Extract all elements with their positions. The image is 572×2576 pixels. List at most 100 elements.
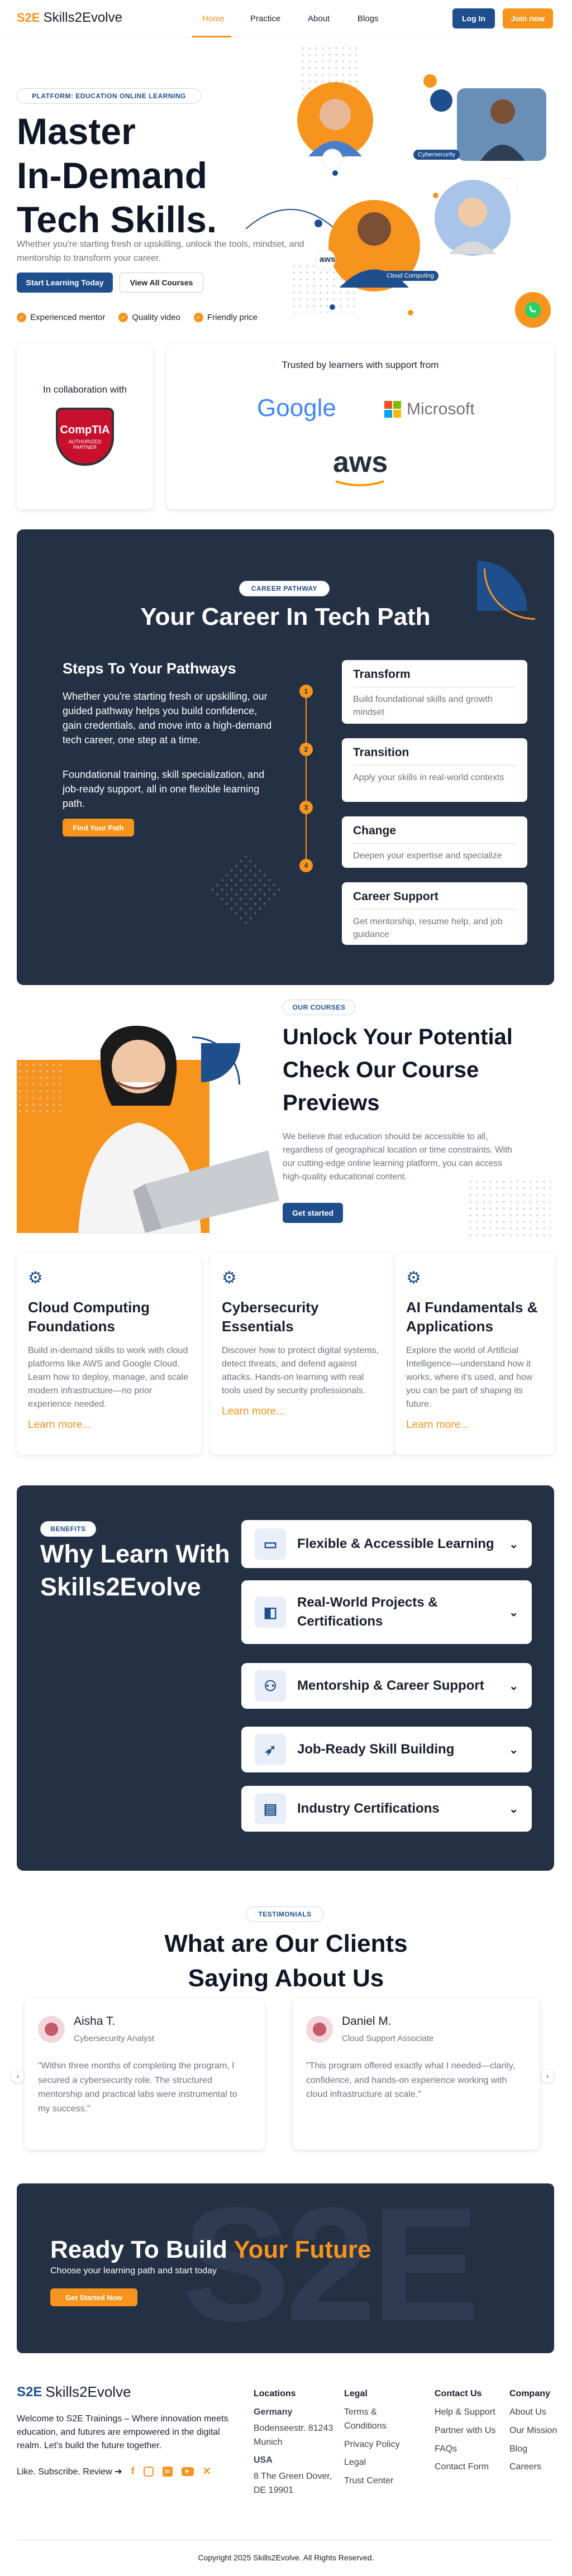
instagram-icon[interactable] xyxy=(143,2466,154,2477)
path-card-transform: Transform Build foundational skills and g… xyxy=(342,660,527,724)
cta-title: Ready To Build Your Future xyxy=(50,2236,371,2263)
benefit-job-ready[interactable]: ➶ Job-Ready Skill Building ⌄ xyxy=(241,1727,532,1772)
collab-card: In collaboration with CompTIA AUTHORIZED… xyxy=(17,344,153,509)
course-card-cyber[interactable]: ⚙ Cybersecurity Essentials Discover how t… xyxy=(211,1254,395,1455)
nav-link-blogs[interactable]: Blogs xyxy=(358,14,379,23)
trusted-label: Trusted by learners with support from xyxy=(282,360,439,370)
footer-link[interactable]: About Us xyxy=(509,2406,560,2420)
hero-title-line-3: Tech Skills. xyxy=(17,199,217,241)
footer-social: Like. Subscribe. Review ➔ f in ▶ ✕ xyxy=(17,2465,211,2477)
footer-link[interactable]: Contact Form xyxy=(435,2460,496,2474)
footer-link[interactable]: Our Mission xyxy=(509,2424,560,2438)
nav-link-home[interactable]: Home xyxy=(202,14,225,23)
learn-more-link[interactable]: Learn more... xyxy=(406,1419,543,1431)
youtube-icon[interactable]: ▶ xyxy=(181,2467,194,2476)
steps-title: Steps To Your Pathways xyxy=(63,660,236,677)
login-button[interactable]: Log In xyxy=(452,8,495,28)
testimonial-quote: "This program offered exactly what I nee… xyxy=(306,2061,516,2100)
google-logo: Google xyxy=(257,394,336,422)
footer-link[interactable]: Terms & Conditions xyxy=(344,2406,420,2434)
footer-link[interactable]: Privacy Policy xyxy=(344,2438,420,2452)
social-label: Like. Subscribe. Review ➔ xyxy=(17,2467,122,2477)
footer-link[interactable]: Partner with Us xyxy=(435,2424,496,2438)
join-button[interactable]: Join now xyxy=(503,8,553,28)
top-nav: S2E Skills2Evolve Home Practice About Bl… xyxy=(0,0,572,38)
x-icon[interactable]: ✕ xyxy=(203,2465,211,2477)
footer-link[interactable]: Blog xyxy=(509,2443,560,2456)
view-courses-button[interactable]: View All Courses xyxy=(120,273,203,293)
mentor-icon: ⚇ xyxy=(255,1670,286,1702)
chevron-down-icon: ⌄ xyxy=(509,1803,518,1815)
laptop-icon: ▭ xyxy=(255,1528,286,1560)
footer-link[interactable]: Help & Support xyxy=(435,2406,496,2420)
pathway-title: Your Career In Tech Path xyxy=(140,603,431,630)
benefit-mentorship[interactable]: ⚇ Mentorship & Career Support ⌄ xyxy=(241,1663,532,1709)
pathway-dots xyxy=(206,852,285,931)
benefit-certifications[interactable]: ▤ Industry Certifications ⌄ xyxy=(241,1786,532,1832)
course-card-cloud[interactable]: ⚙ Cloud Computing Foundations Build in-de… xyxy=(17,1254,201,1455)
footer-link[interactable]: Careers xyxy=(509,2460,560,2474)
microsoft-icon xyxy=(384,401,401,418)
comptia-badge: CompTIA AUTHORIZED PARTNER xyxy=(56,408,114,466)
avatar xyxy=(306,2015,333,2043)
check-icon: ✓ xyxy=(193,313,203,322)
aws-logo: aws xyxy=(333,446,388,490)
testimonial-name: Aisha T. xyxy=(74,2015,116,2028)
microsoft-logo: Microsoft xyxy=(384,400,475,419)
testimonial-name: Daniel M. xyxy=(342,2015,392,2028)
learn-more-link[interactable]: Learn more... xyxy=(28,1419,190,1431)
footer-company: Company About Us Our Mission Blog Career… xyxy=(509,2389,560,2479)
cloud-computing-chip: Cloud Computing xyxy=(382,271,438,281)
avatar xyxy=(38,2015,65,2043)
benefit-flexible-learning[interactable]: ▭ Flexible & Accessible Learning ⌄ xyxy=(241,1520,532,1568)
hero-title-line-2: In-Demand xyxy=(17,155,208,197)
timeline-node-2: 2 xyxy=(299,743,313,756)
nav-link-about[interactable]: About xyxy=(308,14,330,23)
testimonial-card-daniel: Daniel M. Cloud Support Associate "This p… xyxy=(293,1999,540,2150)
footer-legal: Legal Terms & Conditions Privacy Policy … xyxy=(344,2389,420,2493)
facebook-icon[interactable]: f xyxy=(131,2465,135,2477)
cybersecurity-chip: Cybersecurity xyxy=(413,150,460,160)
get-started-now-button[interactable]: Get Started Now xyxy=(50,2288,137,2306)
copyright: Copyright 2025 Skills2Evolve. All Rights… xyxy=(198,2553,374,2562)
courses-dots-right xyxy=(467,1178,551,1240)
linkedin-icon[interactable]: in xyxy=(162,2466,173,2477)
cloud-gear-icon: ⚙ xyxy=(28,1269,43,1287)
learn-more-link[interactable]: Learn more... xyxy=(222,1406,384,1418)
chevron-down-icon: ⌄ xyxy=(509,1743,518,1756)
testimonials-badge: TESTIMONIALS xyxy=(246,1906,324,1922)
cta-subtitle: Choose your learning path and start toda… xyxy=(50,2266,217,2276)
hero-title-line-1: Master xyxy=(17,111,136,152)
timeline-node-3: 3 xyxy=(299,801,313,814)
comptia-sub: AUTHORIZED PARTNER xyxy=(68,438,102,450)
footer-about: Welcome to S2E Trainings – Where innovat… xyxy=(17,2414,228,2450)
testimonial-role: Cybersecurity Analyst xyxy=(74,2034,155,2043)
pathway-paragraph-2: Foundational training, skill specializat… xyxy=(63,769,265,810)
nav-link-practice[interactable]: Practice xyxy=(250,14,280,23)
logo[interactable]: S2E Skills2Evolve xyxy=(17,10,122,26)
carousel-prev-button[interactable]: ‹ xyxy=(11,2070,25,2083)
whatsapp-icon[interactable] xyxy=(515,292,551,328)
trusted-card: Trusted by learners with support from Go… xyxy=(166,344,554,509)
start-learning-button[interactable]: Start Learning Today xyxy=(17,273,113,293)
chevron-down-icon: ⌄ xyxy=(509,1606,518,1619)
benefits-badge: BENEFITS xyxy=(40,1521,96,1537)
hero-features: ✓ Experienced mentor ✓ Quality video ✓ Frie… xyxy=(17,313,258,322)
certificate-icon: ▤ xyxy=(255,1793,286,1824)
chevron-down-icon: ⌄ xyxy=(509,1538,518,1551)
footer-link[interactable]: Legal xyxy=(344,2456,420,2470)
footer-link[interactable]: FAQs xyxy=(435,2443,496,2456)
find-path-button[interactable]: Find Your Path xyxy=(63,819,134,837)
benefit-real-world-projects[interactable]: ◧ Real-World Projects & Certifications ⌄ xyxy=(241,1580,532,1644)
course-card-ai[interactable]: ⚙ AI Fundamentals & Applications Explore … xyxy=(395,1254,554,1455)
feature-video: ✓ Quality video xyxy=(118,313,180,322)
footer-link[interactable]: Trust Center xyxy=(344,2474,420,2488)
hero-badge: PLATFORM: EDUCATION ONLINE LEARNING xyxy=(17,88,201,104)
pathway-badge: CAREER PATHWAY xyxy=(239,581,330,596)
get-started-button[interactable]: Get started xyxy=(283,1203,343,1223)
timeline-node-1: 1 xyxy=(299,685,313,698)
courses-description: We believe that education should be acce… xyxy=(283,1132,512,1182)
carousel-next-button[interactable]: › xyxy=(541,2070,554,2083)
pathway-paragraph-1: Whether you're starting fresh or upskill… xyxy=(63,691,272,746)
timeline-line xyxy=(306,690,307,869)
